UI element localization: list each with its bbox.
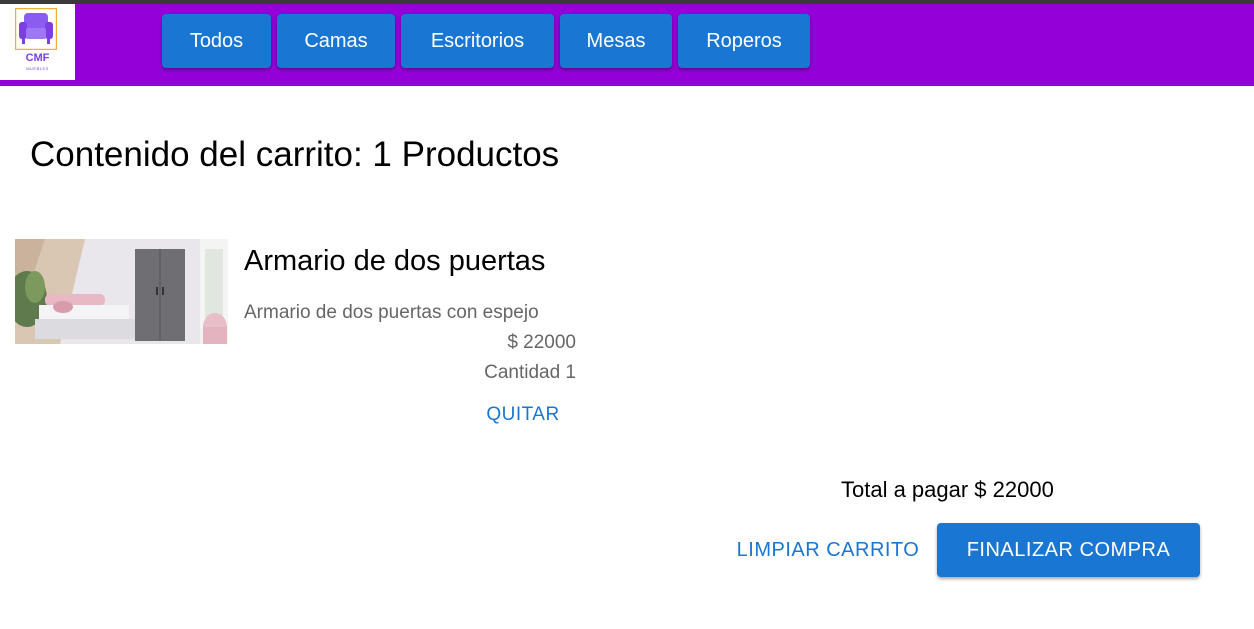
- product-quantity: Cantidad 1: [484, 362, 576, 383]
- logo-text: CMF: [25, 52, 50, 64]
- logo-subtext: MUEBLES: [26, 66, 49, 71]
- cart-title: Contenido del carrito: 1 Productos: [30, 135, 560, 174]
- logo[interactable]: CMF MUEBLES: [0, 4, 75, 80]
- nav-button-todos[interactable]: Todos: [162, 14, 271, 68]
- remove-button[interactable]: QUITAR: [470, 398, 576, 432]
- product-description: Armario de dos puertas con espejo: [244, 302, 539, 323]
- nav-button-roperos[interactable]: Roperos: [678, 14, 810, 68]
- cart-total: Total a pagar $ 22000: [841, 477, 1054, 502]
- sofa-icon: [15, 8, 57, 50]
- nav-button-mesas[interactable]: Mesas: [560, 14, 672, 68]
- product-image: [15, 239, 228, 344]
- clear-cart-button[interactable]: LIMPIAR CARRITO: [725, 530, 931, 570]
- product-price: $ 22000: [507, 332, 576, 353]
- nav-button-escritorios[interactable]: Escritorios: [401, 14, 554, 68]
- checkout-button[interactable]: FINALIZAR COMPRA: [937, 523, 1200, 577]
- nav-button-camas[interactable]: Camas: [277, 14, 395, 68]
- product-name: Armario de dos puertas: [244, 245, 546, 277]
